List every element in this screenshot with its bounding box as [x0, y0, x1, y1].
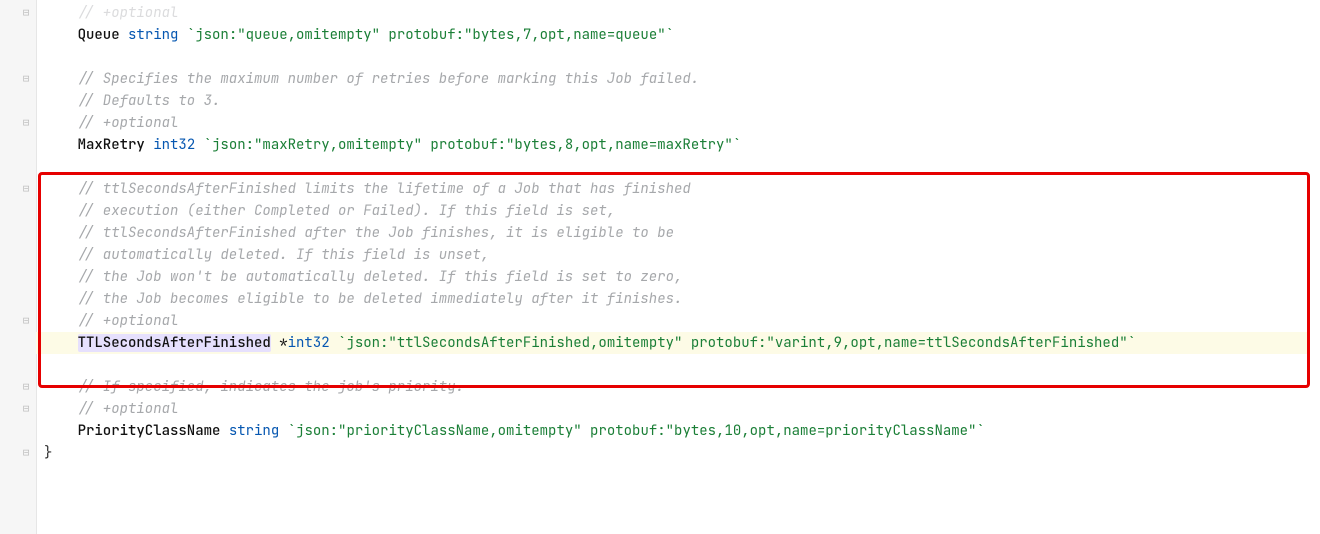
- field-type: string: [128, 26, 178, 44]
- fold-toggle-icon[interactable]: ⊟: [20, 315, 32, 327]
- field-type: int32: [288, 334, 330, 352]
- field-type: string: [229, 422, 279, 440]
- code-line[interactable]: // If specified, indicates the job's pri…: [44, 376, 1320, 398]
- field-name: TTLSecondsAfterFinished: [78, 334, 271, 352]
- code-line[interactable]: }: [44, 442, 1320, 464]
- code-line[interactable]: // the Job won't be automatically delete…: [44, 266, 1320, 288]
- field-name: PriorityClassName: [78, 422, 221, 440]
- code-line[interactable]: [44, 354, 1320, 376]
- fold-toggle-icon[interactable]: ⊟: [20, 7, 32, 19]
- code-line[interactable]: // +optional: [44, 398, 1320, 420]
- code-line[interactable]: // execution (either Completed or Failed…: [44, 200, 1320, 222]
- comment-text: // ttlSecondsAfterFinished after the Job…: [78, 224, 674, 242]
- code-line[interactable]: PriorityClassName string `json:"priority…: [44, 420, 1320, 442]
- code-line[interactable]: // ttlSecondsAfterFinished limits the li…: [44, 178, 1320, 200]
- code-editor[interactable]: ⊟ ⊟ ⊟ ⊟ ⊟ ⊟ ⊟ ⊟ // +optional Queue string `json…: [0, 0, 1320, 534]
- comment-text: // Defaults to 3.: [78, 92, 221, 110]
- fold-toggle-icon[interactable]: ⊟: [20, 117, 32, 129]
- field-type: int32: [153, 136, 195, 154]
- code-line[interactable]: // +optional: [44, 310, 1320, 332]
- fold-toggle-icon[interactable]: ⊟: [20, 381, 32, 393]
- comment-text: // +optional: [78, 4, 179, 22]
- code-line[interactable]: // Specifies the maximum number of retri…: [44, 68, 1320, 90]
- field-tag: `json:"maxRetry,omitempty" protobuf:"byt…: [204, 136, 742, 154]
- comment-text: // the Job becomes eligible to be delete…: [78, 290, 683, 308]
- fold-toggle-icon[interactable]: ⊟: [20, 447, 32, 459]
- code-line[interactable]: // automatically deleted. If this field …: [44, 244, 1320, 266]
- fold-toggle-icon[interactable]: ⊟: [20, 183, 32, 195]
- field-name: MaxRetry: [78, 136, 145, 154]
- code-line[interactable]: // Defaults to 3.: [44, 90, 1320, 112]
- code-line[interactable]: [44, 156, 1320, 178]
- comment-text: // +optional: [78, 114, 179, 132]
- comment-text: // automatically deleted. If this field …: [78, 246, 490, 264]
- comment-text: // Specifies the maximum number of retri…: [78, 70, 700, 88]
- code-line[interactable]: TTLSecondsAfterFinished *int32 `json:"tt…: [44, 332, 1320, 354]
- struct-close-brace: }: [44, 444, 52, 462]
- code-area[interactable]: // +optional Queue string `json:"queue,o…: [44, 0, 1320, 464]
- field-name: Queue: [78, 26, 120, 44]
- code-line[interactable]: // +optional: [44, 2, 1320, 24]
- fold-toggle-icon[interactable]: ⊟: [20, 403, 32, 415]
- code-line[interactable]: MaxRetry int32 `json:"maxRetry,omitempty…: [44, 134, 1320, 156]
- comment-text: // the Job won't be automatically delete…: [78, 268, 683, 286]
- code-line[interactable]: // ttlSecondsAfterFinished after the Job…: [44, 222, 1320, 244]
- comment-text: // ttlSecondsAfterFinished limits the li…: [78, 180, 691, 198]
- code-line[interactable]: // +optional: [44, 112, 1320, 134]
- gutter: ⊟ ⊟ ⊟ ⊟ ⊟ ⊟ ⊟ ⊟: [0, 0, 37, 534]
- field-tag: `json:"priorityClassName,omitempty" prot…: [288, 422, 985, 440]
- field-tag: `json:"queue,omitempty" protobuf:"bytes,…: [187, 26, 674, 44]
- comment-text: // execution (either Completed or Failed…: [78, 202, 616, 220]
- comment-text: // +optional: [78, 312, 179, 330]
- code-line[interactable]: // the Job becomes eligible to be delete…: [44, 288, 1320, 310]
- pointer-star: *: [279, 334, 287, 352]
- code-line[interactable]: Queue string `json:"queue,omitempty" pro…: [44, 24, 1320, 46]
- comment-text: // +optional: [78, 400, 179, 418]
- code-line[interactable]: [44, 46, 1320, 68]
- comment-text: // If specified, indicates the job's pri…: [78, 378, 464, 396]
- fold-toggle-icon[interactable]: ⊟: [20, 73, 32, 85]
- field-tag: `json:"ttlSecondsAfterFinished,omitempty…: [338, 334, 1136, 352]
